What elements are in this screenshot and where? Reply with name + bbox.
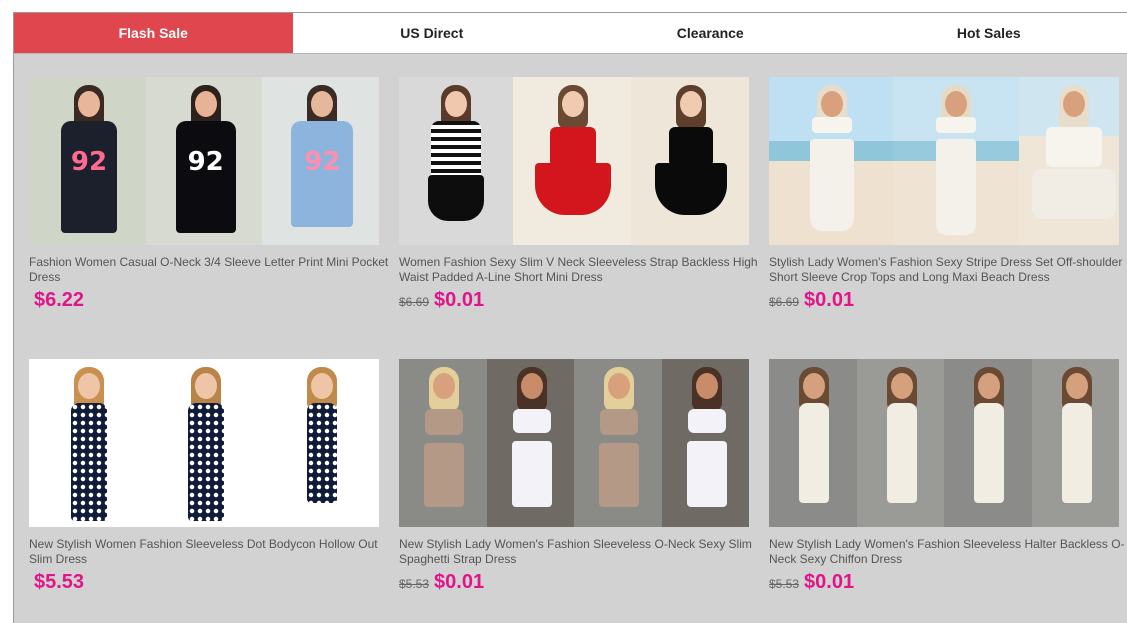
original-price: $5.53 — [399, 577, 430, 591]
photo-panel — [1031, 359, 1119, 527]
price-row: $6.22 — [29, 289, 84, 312]
print-number: 92 — [187, 147, 224, 177]
model-figure — [292, 359, 352, 527]
model-figure — [1029, 77, 1119, 245]
photo-panel — [513, 77, 631, 245]
photo-panel — [893, 77, 1019, 245]
product-image[interactable] — [399, 359, 749, 527]
photo-panel: 92 — [262, 77, 379, 245]
photo-panel: 92 — [145, 77, 263, 245]
photo-panel — [856, 359, 944, 527]
sale-price: $0.01 — [804, 571, 855, 593]
original-price: $6.69 — [769, 295, 800, 309]
price-row: $5.53 $0.01 — [399, 571, 484, 594]
model-figure — [672, 359, 742, 527]
photo-panel — [1019, 77, 1119, 245]
photo-panel — [944, 359, 1032, 527]
photo-panel — [631, 77, 749, 245]
tab-hot-sales[interactable]: Hot Sales — [850, 13, 1127, 53]
photo-panel — [399, 77, 513, 245]
model-figure — [176, 359, 236, 527]
model-figure — [651, 77, 731, 245]
model-figure: 92 — [166, 77, 246, 245]
photo-panel — [29, 359, 146, 527]
product-title[interactable]: Women Fashion Sexy Slim V Neck Sleeveles… — [399, 255, 759, 285]
model-figure: 92 — [282, 77, 362, 245]
photo-panel — [574, 359, 662, 527]
photo-panel — [262, 359, 379, 527]
price-row: $6.69 $0.01 — [769, 289, 854, 312]
model-figure — [584, 359, 654, 527]
photo-panel — [769, 77, 893, 245]
photo-panel — [769, 359, 857, 527]
photo-panel: 92 — [29, 77, 146, 245]
product-title[interactable]: Fashion Women Casual O-Neck 3/4 Sleeve L… — [29, 255, 389, 285]
model-figure — [869, 359, 935, 527]
product-title[interactable]: New Stylish Lady Women's Fashion Sleevel… — [769, 537, 1127, 567]
model-figure — [409, 359, 479, 527]
product-image[interactable] — [769, 77, 1119, 245]
product-card[interactable]: Stylish Lady Women's Fashion Sexy Stripe… — [769, 77, 1122, 327]
sale-price: $0.01 — [434, 571, 485, 593]
model-figure — [497, 359, 567, 527]
price-row: $5.53 — [29, 571, 84, 594]
photo-panel — [399, 359, 487, 527]
product-title[interactable]: Stylish Lady Women's Fashion Sexy Stripe… — [769, 255, 1127, 285]
model-figure — [797, 77, 867, 245]
print-number: 92 — [70, 147, 108, 177]
model-figure — [419, 77, 493, 245]
price-row: $6.69 $0.01 — [399, 289, 484, 312]
model-figure — [921, 77, 991, 245]
sale-price: $0.01 — [804, 289, 855, 311]
sale-price: $5.53 — [34, 571, 85, 593]
original-price: $5.53 — [769, 577, 800, 591]
model-figure — [1044, 359, 1110, 527]
photo-panel — [661, 359, 749, 527]
model-figure — [533, 77, 613, 245]
product-image[interactable]: 92 92 92 — [29, 77, 379, 245]
sale-price: $6.22 — [34, 289, 85, 311]
product-image[interactable] — [29, 359, 379, 527]
product-card[interactable]: 92 92 92 Fashion Women Casual O-Neck 3/4… — [29, 77, 388, 327]
product-image[interactable] — [399, 77, 749, 245]
print-number: 92 — [304, 147, 341, 177]
photo-panel — [486, 359, 574, 527]
product-card[interactable]: New Stylish Women Fashion Sleeveless Dot… — [29, 359, 381, 609]
photo-panel — [145, 359, 263, 527]
tab-flash-sale[interactable]: Flash Sale — [14, 13, 293, 53]
model-figure — [781, 359, 847, 527]
model-figure: 92 — [49, 77, 129, 245]
product-image[interactable] — [769, 359, 1119, 527]
product-card[interactable]: New Stylish Lady Women's Fashion Sleevel… — [769, 359, 1125, 609]
sale-price: $0.01 — [434, 289, 485, 311]
product-card[interactable]: Women Fashion Sexy Slim V Neck Sleeveles… — [399, 77, 758, 327]
original-price: $6.69 — [399, 295, 430, 309]
price-row: $5.53 $0.01 — [769, 571, 854, 594]
product-title[interactable]: New Stylish Lady Women's Fashion Sleevel… — [399, 537, 759, 567]
model-figure — [956, 359, 1022, 527]
product-title[interactable]: New Stylish Women Fashion Sleeveless Dot… — [29, 537, 389, 567]
product-card[interactable]: New Stylish Lady Women's Fashion Sleevel… — [399, 359, 752, 609]
tab-clearance[interactable]: Clearance — [571, 13, 850, 53]
flash-sale-widget: Flash Sale US Direct Clearance Hot Sales… — [13, 12, 1127, 623]
tab-bar: Flash Sale US Direct Clearance Hot Sales — [14, 13, 1127, 54]
model-figure — [59, 359, 119, 527]
tab-us-direct[interactable]: US Direct — [293, 13, 572, 53]
